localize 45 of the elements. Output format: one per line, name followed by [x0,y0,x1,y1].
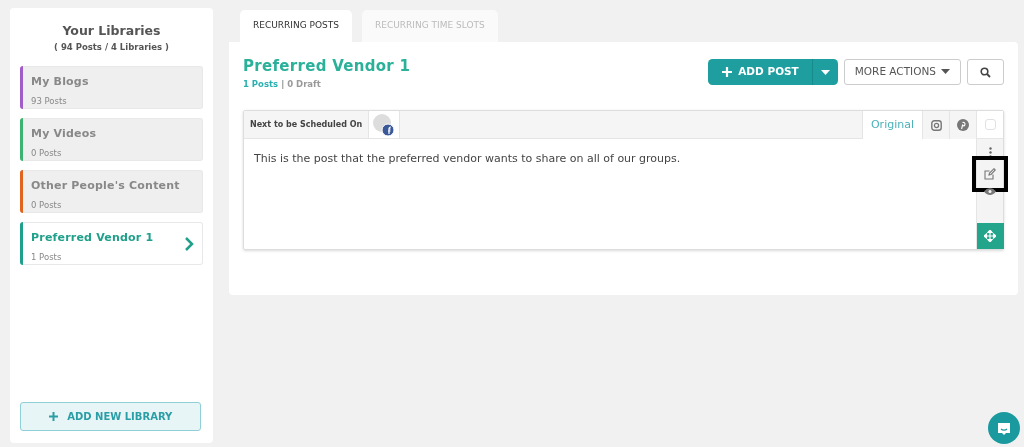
search-button[interactable] [967,59,1004,85]
chat-icon [997,421,1011,436]
pinterest-icon [957,119,969,131]
variant-tab[interactable] [922,111,949,140]
move-handle[interactable] [976,223,1004,250]
instagram-icon [930,119,942,131]
library-item[interactable]: Other People's Content 0 Posts [20,169,203,213]
chat-button[interactable] [988,412,1020,444]
library-title: Preferred Vendor 1 [243,56,411,77]
library-name: My Videos [31,125,97,142]
select-checkbox[interactable] [984,119,996,131]
library-name: Preferred Vendor 1 [31,229,155,246]
eye-icon[interactable] [984,188,996,196]
library-item[interactable]: My Videos 0 Posts [20,117,203,161]
plus-icon [48,412,58,421]
post-count: 1 Posts [31,251,63,264]
add-post-button[interactable]: ADD POST [708,59,813,85]
library-name: My Blogs [31,73,89,90]
library-item[interactable]: Preferred Vendor 1 1 Posts [20,221,203,265]
tab[interactable]: RECURRING TIME SLOTS [362,10,498,42]
search-icon [980,67,991,78]
move-icon [984,230,996,243]
post-count: 93 Posts [31,95,68,108]
caret-down-icon [941,69,950,75]
more-options-icon[interactable] [988,147,992,159]
post-text: This is the post that the preferred vendor wants to share on all of our groups. [253,151,682,168]
separator: | [281,78,285,89]
sidebar-title: Your Libraries [61,22,162,40]
draft-count: 0 Draft [287,78,321,89]
edit-icon [984,168,996,181]
library-summary: ( 94 Posts / 4 Libraries ) [53,40,170,54]
post-count-link[interactable]: 1 Posts [243,78,279,89]
variant-tab[interactable] [949,111,976,140]
tab[interactable]: RECURRING POSTS [240,10,352,42]
post-count: 0 Posts [31,199,63,212]
chevron-right-icon [184,235,194,252]
add-library-button[interactable]: ADD NEW LIBRARY [20,402,201,431]
library-item[interactable]: My Blogs 93 Posts [20,65,203,109]
caret-down-icon [820,69,830,75]
dropdown-button[interactable] [811,59,838,85]
plus-icon [722,67,733,77]
library-name: Other People's Content [31,177,180,194]
post-count: 0 Posts [31,147,63,160]
variant-tab[interactable]: Original [861,111,922,140]
more-actions-button[interactable]: MORE ACTIONS [843,59,961,85]
